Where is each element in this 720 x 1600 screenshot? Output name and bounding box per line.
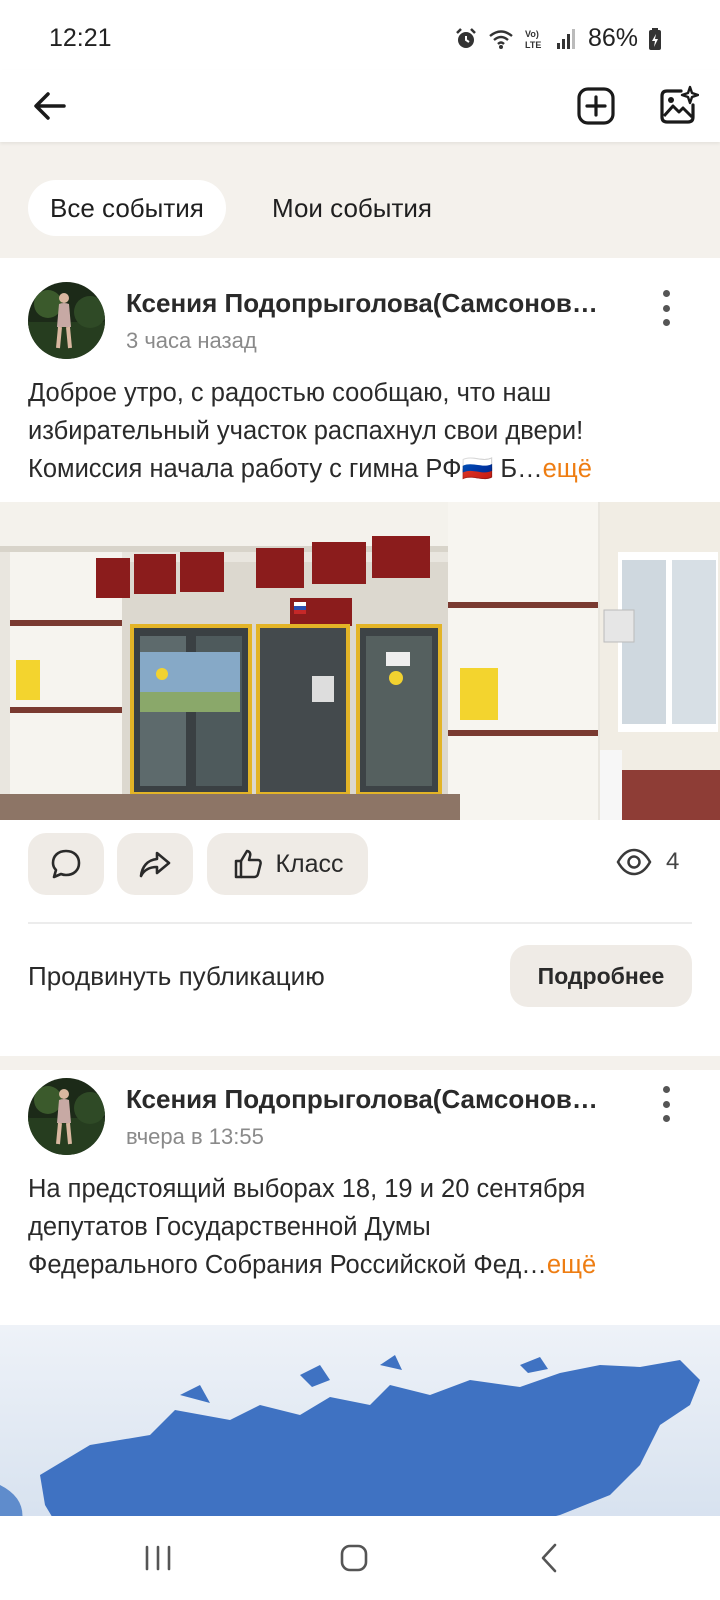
- battery-icon: [649, 27, 661, 50]
- status-bar: 12:21 Vo) LTE 86%: [0, 0, 720, 70]
- post-text-line: Доброе утро, с радостью сообщаю, что наш: [28, 379, 552, 407]
- home-button[interactable]: [324, 1536, 384, 1580]
- photo-sparkle-icon: [660, 85, 699, 124]
- post-text-line: избирательный участок распахнул свои две…: [28, 417, 584, 445]
- post-time: 3 часа назад: [126, 328, 257, 353]
- post-author[interactable]: Ксения Подопрыголова(Самсонов…: [126, 1084, 636, 1115]
- home-icon: [340, 1544, 368, 1572]
- post-text-line: На предстоящий выборах 18, 19 и 20 сентя…: [28, 1175, 586, 1203]
- post-menu-button[interactable]: [652, 1082, 680, 1126]
- system-nav-bar: [0, 1516, 720, 1600]
- top-app-bar: [0, 70, 720, 142]
- battery-percent: 86%: [587, 24, 638, 52]
- volte-icon: Vo) LTE: [525, 29, 541, 50]
- show-more-link[interactable]: ещё: [547, 1251, 596, 1279]
- comment-button[interactable]: [28, 833, 104, 895]
- signal-icon: [556, 28, 575, 49]
- post-card: Ксения Подопрыголова(Самсонов… 3 часа на…: [0, 258, 720, 1056]
- event-tabs: Все события Мои события: [0, 158, 720, 258]
- avatar[interactable]: [28, 282, 105, 359]
- post-time: вчера в 13:55: [126, 1124, 264, 1149]
- add-post-button[interactable]: [570, 80, 622, 132]
- tab-all-events[interactable]: Все события: [28, 180, 226, 236]
- recent-apps-icon: [145, 1545, 171, 1571]
- promote-text: Продвинуть публикацию: [28, 961, 325, 991]
- like-label: Класс: [275, 849, 344, 878]
- post-photo[interactable]: [0, 1325, 720, 1530]
- like-button[interactable]: Класс: [207, 833, 368, 895]
- back-button[interactable]: [26, 82, 74, 130]
- svg-text:LTE: LTE: [525, 40, 541, 50]
- show-more-link[interactable]: ещё: [543, 455, 592, 483]
- post-text-line-last: Федерального Собрания Российской Фед…ещё: [28, 1251, 597, 1279]
- views-counter: 4: [616, 848, 679, 876]
- details-button[interactable]: Подробнее: [510, 945, 692, 1007]
- post-text[interactable]: На предстоящий выборах 18, 19 и 20 сентя…: [28, 1170, 692, 1284]
- views-count: 4: [666, 848, 680, 875]
- add-photo-button[interactable]: [652, 80, 704, 132]
- post-text-line: депутатов Государственной Думы: [28, 1213, 431, 1241]
- avatar[interactable]: [28, 1078, 105, 1155]
- share-icon: [139, 851, 171, 878]
- post-photo[interactable]: [0, 502, 720, 820]
- back-arrow-icon: [34, 92, 66, 120]
- divider: [28, 922, 692, 924]
- post-author[interactable]: Ксения Подопрыголова(Самсонов…: [126, 288, 636, 319]
- status-icons: Vo) LTE 86%: [454, 24, 662, 53]
- status-time: 12:21: [49, 24, 112, 52]
- post-text[interactable]: Доброе утро, с радостью сообщаю, что наш…: [28, 374, 692, 488]
- post-menu-button[interactable]: [652, 286, 680, 330]
- post-card: Ксения Подопрыголова(Самсонов… вчера в 1…: [0, 1070, 720, 1530]
- alarm-icon: [456, 27, 476, 48]
- share-button[interactable]: [117, 833, 193, 895]
- eye-icon: [616, 848, 652, 876]
- chevron-left-icon: [541, 1543, 557, 1573]
- thumbs-up-icon: [235, 849, 263, 879]
- wifi-icon: [489, 29, 513, 49]
- recent-apps-button[interactable]: [128, 1536, 188, 1580]
- comment-icon: [51, 849, 81, 879]
- svg-text:Vo): Vo): [525, 29, 539, 39]
- app-screen: 12:21 Vo) LTE 86% Все события Мои событи…: [0, 0, 720, 1600]
- system-back-button[interactable]: [520, 1536, 580, 1580]
- add-square-icon: [577, 87, 615, 125]
- tab-my-events[interactable]: Мои события: [250, 180, 454, 236]
- post-text-line-last: Комиссия начала работу с гимна РФ🇷🇺 Б…ещ…: [28, 455, 592, 483]
